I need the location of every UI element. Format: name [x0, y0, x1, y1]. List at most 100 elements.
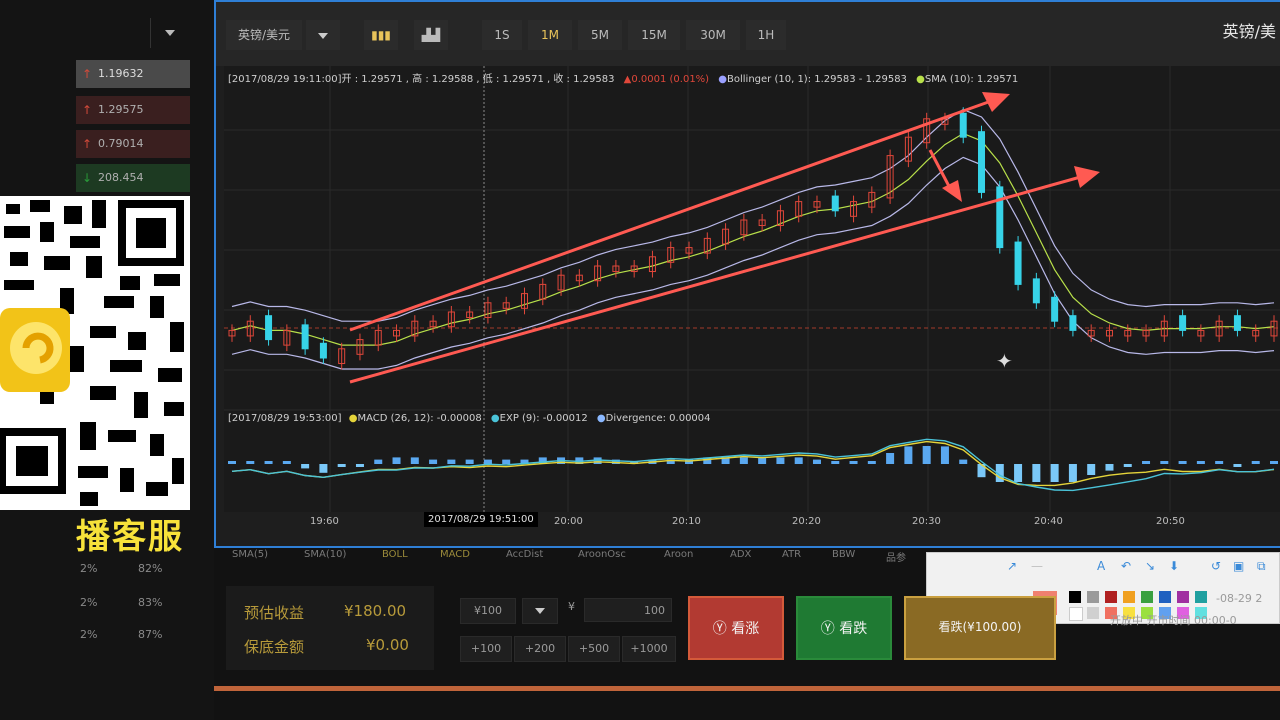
undo-icon[interactable]: ↺	[1211, 559, 1221, 573]
price-chart[interactable]: ✦	[224, 66, 1280, 512]
color-swatch[interactable]	[1069, 591, 1081, 603]
timeframe-30m[interactable]: 30M	[686, 20, 740, 50]
timeframe-5m[interactable]: 5M	[578, 20, 622, 50]
indicator-tab-boll[interactable]: BOLL	[382, 549, 408, 560]
macd-histogram-bar	[776, 457, 785, 464]
macd-histogram-bar	[1123, 464, 1132, 467]
indicator-tab-aroonosc[interactable]: AroonOsc	[578, 549, 626, 560]
indicator-tab-accdist[interactable]: AccDist	[506, 549, 543, 560]
candle	[959, 112, 967, 138]
color-swatch[interactable]	[1195, 591, 1207, 603]
timeframe-1h[interactable]: 1H	[746, 20, 786, 50]
price-value: 0.79014	[98, 137, 144, 150]
guarantee-value: ¥0.00	[366, 636, 409, 654]
quick-amount-200[interactable]: +200	[514, 636, 566, 662]
price-row-eurusd[interactable]: ↑ 1.19632	[76, 60, 190, 88]
macd-histogram-bar	[429, 459, 438, 464]
amount-dropdown[interactable]	[522, 598, 558, 624]
indicator-tab-aroon[interactable]: Aroon	[664, 549, 693, 560]
pin-icon[interactable]: ⬇	[1169, 559, 1179, 573]
percent-row: 2% 83%	[76, 596, 186, 616]
copy-icon[interactable]: ⧉	[1257, 559, 1266, 574]
color-swatch[interactable]	[1105, 591, 1117, 603]
profit-value: ¥180.00	[344, 602, 407, 620]
profit-label: 预估收益	[244, 604, 305, 622]
candle	[831, 195, 839, 212]
qr-code-image	[0, 196, 190, 510]
macd-histogram-bar	[1160, 461, 1169, 464]
percent-a: 2%	[80, 562, 98, 575]
trend-arrow-lower	[349, 166, 1100, 384]
macd-histogram-bar	[940, 446, 949, 464]
percent-a: 2%	[80, 596, 98, 609]
macd-info-bar: [2017/08/29 19:53:00] ●MACD (26, 12): -0…	[228, 413, 711, 424]
indicator-tab-more[interactable]: 品参	[886, 549, 906, 564]
fall-button[interactable]: Ⓨ 看跌	[796, 596, 892, 660]
price-row-xau[interactable]: ↓ 208.454	[76, 164, 190, 192]
quick-amount-100[interactable]: +100	[460, 636, 512, 662]
chevron-down-icon	[318, 32, 328, 39]
candlestick-icon: ▮▮▮	[371, 28, 391, 42]
price-row-gbpusd[interactable]: ↑ 1.29575	[76, 96, 190, 124]
save-icon[interactable]: ▣	[1233, 559, 1244, 573]
candlestick-chart-button[interactable]: ▮▮▮	[364, 20, 398, 50]
macd-histogram-bar	[337, 464, 346, 467]
color-swatch[interactable]	[1087, 607, 1099, 619]
macd-histogram-bar	[922, 446, 931, 464]
quick-amount-1000[interactable]: +1000	[622, 636, 676, 662]
sma-line	[231, 132, 1275, 346]
price-value: 1.19632	[98, 67, 144, 80]
timeframe-label: 1S	[494, 28, 510, 42]
x-tick: 20:40	[1034, 516, 1063, 527]
bar-chart-icon: ▟▟	[421, 28, 441, 42]
macd-histogram-bar	[1087, 464, 1096, 475]
rise-button[interactable]: Ⓨ 看涨	[688, 596, 784, 660]
place-bet-button[interactable]: 看跌(¥100.00)	[904, 596, 1056, 660]
macd-histogram-bar	[886, 453, 895, 464]
indicator-tab-macd[interactable]: MACD	[440, 549, 470, 560]
color-swatch[interactable]	[1159, 591, 1171, 603]
arrow-icon[interactable]: ↘	[1145, 559, 1155, 573]
pair-title-right: 英镑/美	[1222, 22, 1276, 41]
color-swatch[interactable]	[1123, 591, 1135, 603]
indicator-tab-adx[interactable]: ADX	[730, 549, 751, 560]
undo-icon[interactable]: ↶	[1121, 559, 1131, 573]
timeframe-15m[interactable]: 15M	[628, 20, 680, 50]
line-icon[interactable]: —	[1031, 559, 1043, 573]
bollinger-lower-line	[231, 156, 1275, 370]
pair-select[interactable]: 英镑/美元	[226, 20, 302, 50]
indicator-tab-sma5[interactable]: SMA(5)	[232, 549, 268, 560]
text-icon[interactable]: A	[1097, 559, 1105, 573]
macd-histogram-bar	[794, 457, 803, 464]
indicator-tab-bbw[interactable]: BBW	[832, 549, 855, 560]
drop-arrow	[928, 149, 962, 202]
quick-amount-500[interactable]: +500	[568, 636, 620, 662]
color-swatch[interactable]	[1087, 591, 1099, 603]
x-tick: 20:50	[1156, 516, 1185, 527]
amount-select[interactable]: ¥100	[460, 598, 516, 624]
sma-text: SMA (10): 1.29571	[924, 74, 1019, 85]
macd-histogram-bar	[1014, 464, 1023, 482]
market-select[interactable]	[150, 18, 189, 48]
amount-input-value: 100	[644, 604, 665, 617]
pair-dropdown[interactable]	[306, 20, 340, 50]
indicator-chart-button[interactable]: ▟▟	[414, 20, 448, 50]
indicator-tab-atr[interactable]: ATR	[782, 549, 801, 560]
color-swatch[interactable]	[1177, 591, 1189, 603]
candle	[1032, 278, 1040, 304]
market-status: 开放中 开市时间 00:00-0	[1110, 614, 1237, 627]
trade-date: -08-29 2	[1216, 592, 1263, 605]
indicator-tab-sma10[interactable]: SMA(10)	[304, 549, 346, 560]
bollinger-upper-line	[231, 108, 1275, 322]
pen-icon[interactable]: ↗	[1007, 559, 1017, 573]
price-row-audusd[interactable]: ↑ 0.79014	[76, 130, 190, 158]
timeframe-1m[interactable]: 1M	[528, 20, 572, 50]
macd-histogram-bar	[812, 459, 821, 464]
amount-input[interactable]: 100	[584, 598, 672, 622]
macd-histogram-bar	[1196, 461, 1205, 464]
x-tick: 20:20	[792, 516, 821, 527]
color-swatch[interactable]	[1141, 591, 1153, 603]
timeframe-1s[interactable]: 1S	[482, 20, 522, 50]
signal-line	[231, 438, 1275, 492]
color-swatch[interactable]	[1069, 607, 1083, 621]
